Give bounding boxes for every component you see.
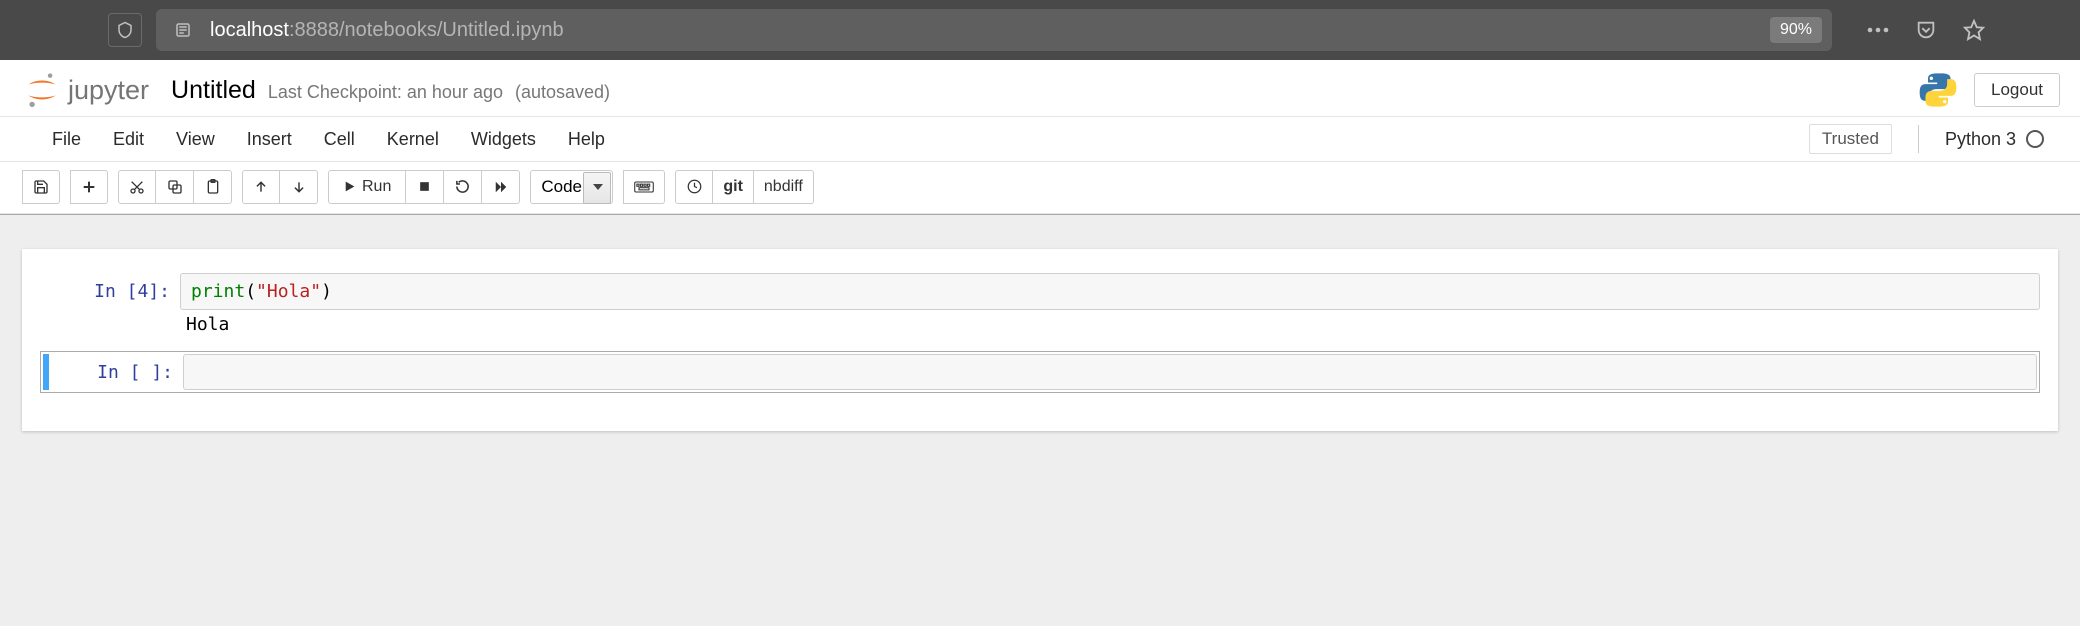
paste-button[interactable]: [194, 170, 232, 204]
url-text: localhost:8888/notebooks/Untitled.ipynb: [210, 19, 564, 42]
command-palette-button[interactable]: [623, 170, 665, 204]
jupyter-logo[interactable]: jupyter: [24, 72, 149, 108]
code-token-string: "Hola": [256, 281, 321, 302]
copy-button[interactable]: [156, 170, 194, 204]
notebook-area: In [4]: print("Hola") Hola In [ ]:: [0, 214, 2080, 626]
tracking-protection-icon[interactable]: [108, 13, 142, 47]
checkpoint-status: Last Checkpoint: an hour ago: [268, 82, 503, 103]
move-up-button[interactable]: [242, 170, 280, 204]
menu-widgets[interactable]: Widgets: [455, 123, 552, 156]
toolbar: Run Code git nbdiff: [0, 162, 2080, 214]
input-prompt: In [ ]:: [49, 354, 183, 390]
menu-view[interactable]: View: [160, 123, 231, 156]
kernel-name: Python 3: [1945, 129, 2016, 150]
run-label: Run: [362, 178, 391, 196]
code-token-builtin: print: [191, 281, 245, 302]
save-button[interactable]: [22, 170, 60, 204]
logout-button[interactable]: Logout: [1974, 73, 2060, 107]
move-down-button[interactable]: [280, 170, 318, 204]
page-actions-icon[interactable]: [1860, 12, 1896, 48]
interrupt-button[interactable]: [406, 170, 444, 204]
git-clock-button[interactable]: [675, 170, 713, 204]
insert-cell-below-button[interactable]: [70, 170, 108, 204]
menu-kernel[interactable]: Kernel: [371, 123, 455, 156]
menu-cell[interactable]: Cell: [308, 123, 371, 156]
menu-edit[interactable]: Edit: [97, 123, 160, 156]
jupyter-header: jupyter Untitled Last Checkpoint: an hou…: [0, 60, 2080, 116]
menu-insert[interactable]: Insert: [231, 123, 308, 156]
kernel-idle-icon: [2026, 130, 2044, 148]
input-prompt: In [4]:: [46, 273, 180, 310]
code-input[interactable]: print("Hola"): [180, 273, 2040, 310]
menubar: File Edit View Insert Cell Kernel Widget…: [0, 116, 2080, 162]
nbdiff-button[interactable]: nbdiff: [754, 170, 814, 204]
git-button[interactable]: git: [713, 170, 754, 204]
restart-button[interactable]: [444, 170, 482, 204]
separator: [1918, 125, 1919, 153]
kernel-indicator[interactable]: Python 3: [1945, 129, 2044, 150]
page-info-icon[interactable]: [166, 13, 200, 47]
code-cell[interactable]: In [ ]:: [40, 351, 2040, 393]
notebook-container: In [4]: print("Hola") Hola In [ ]:: [22, 249, 2058, 431]
code-cell[interactable]: In [4]: print("Hola") Hola: [40, 273, 2040, 343]
autosave-status: (autosaved): [515, 82, 610, 103]
jupyter-brand-text: jupyter: [68, 75, 149, 106]
trusted-indicator[interactable]: Trusted: [1809, 124, 1892, 154]
pocket-icon[interactable]: [1908, 12, 1944, 48]
zoom-level-badge[interactable]: 90%: [1770, 17, 1822, 43]
menu-help[interactable]: Help: [552, 123, 621, 156]
restart-run-all-button[interactable]: [482, 170, 520, 204]
url-input[interactable]: localhost:8888/notebooks/Untitled.ipynb …: [156, 9, 1832, 51]
run-button[interactable]: Run: [328, 170, 406, 204]
browser-address-bar: localhost:8888/notebooks/Untitled.ipynb …: [0, 0, 2080, 60]
cell-output: Hola: [186, 310, 2040, 343]
notebook-name[interactable]: Untitled: [171, 76, 256, 105]
python-logo-icon: [1918, 70, 1958, 110]
menu-file[interactable]: File: [36, 123, 97, 156]
cut-button[interactable]: [118, 170, 156, 204]
bookmark-star-icon[interactable]: [1956, 12, 1992, 48]
code-token-punct: (: [245, 281, 256, 302]
code-input[interactable]: [183, 354, 2037, 390]
cell-type-select[interactable]: Code: [530, 170, 613, 204]
code-token-punct: ): [321, 281, 332, 302]
